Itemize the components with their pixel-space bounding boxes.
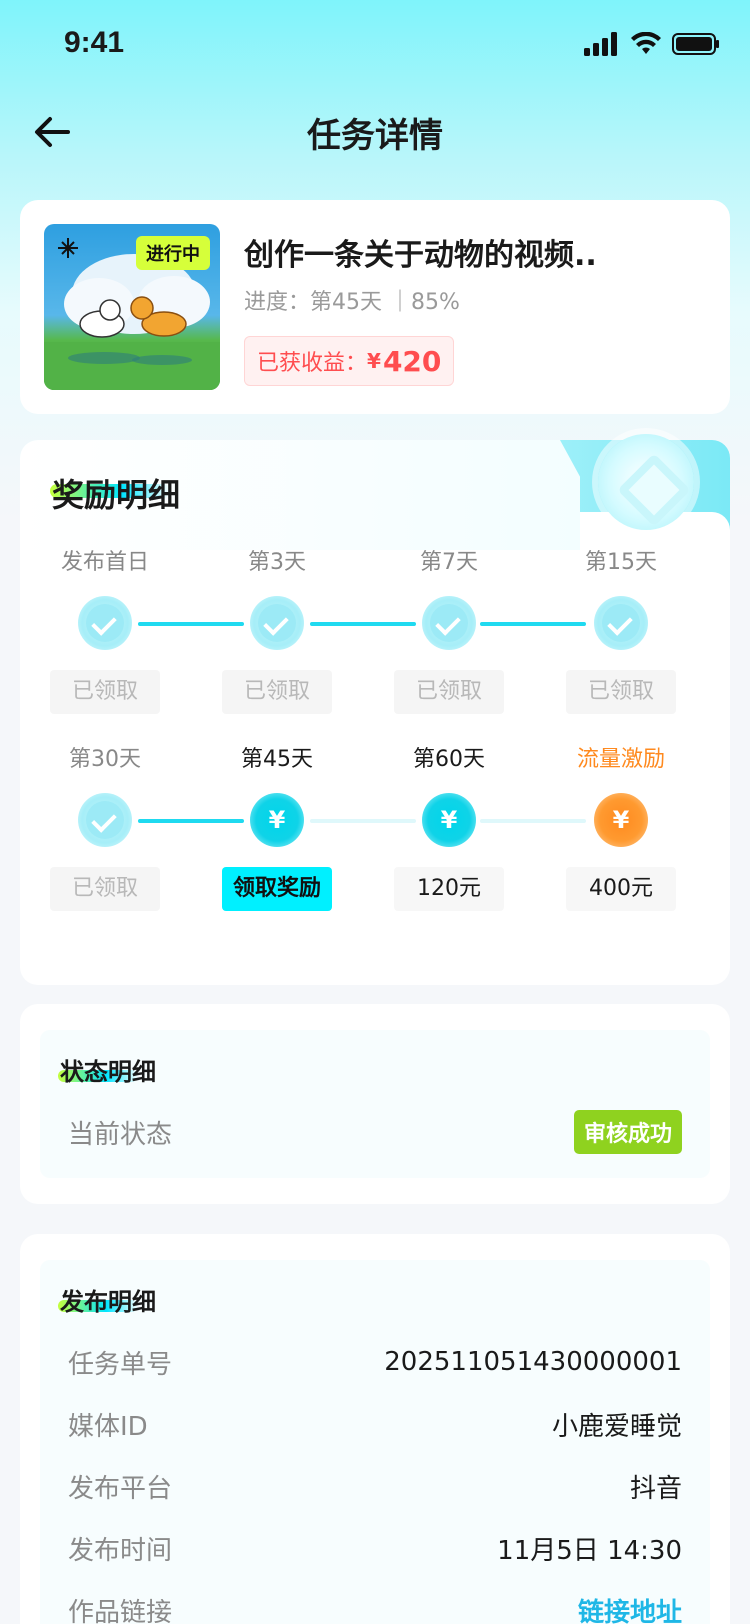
- nav-bar: 任务详情: [0, 92, 750, 172]
- publish-row: 媒体ID 小鹿爱睡觉: [68, 1404, 682, 1444]
- claimed-button: 已领取: [50, 670, 160, 714]
- reward-step: 流量激励 ¥ 400元: [566, 741, 676, 921]
- publish-row: 发布平台 抖音: [68, 1466, 682, 1506]
- signal-icon: [584, 32, 617, 56]
- check-icon: [78, 793, 132, 847]
- check-icon: [250, 596, 304, 650]
- step-label: 第60天: [413, 747, 485, 772]
- claimed-button: 已领取: [222, 670, 332, 714]
- battery-icon: [672, 33, 719, 55]
- step-label: 第7天: [420, 550, 478, 575]
- status-detail-card: 状态明细 当前状态 审核成功: [20, 1004, 730, 1204]
- claimed-button: 已领取: [50, 867, 160, 911]
- wifi-icon: [631, 32, 661, 54]
- earnings-label: 已获收益：: [257, 351, 368, 376]
- reward-step: 第7天 已领取: [394, 544, 504, 724]
- check-icon: [594, 596, 648, 650]
- reward-step: 第15天 已领取: [566, 544, 676, 724]
- status-tag: 进行中: [136, 236, 210, 270]
- status-badge: 审核成功: [573, 1110, 682, 1154]
- status-time: 9:41: [64, 26, 125, 59]
- step-label: 第45天: [241, 747, 313, 772]
- reward-amount: 120元: [394, 867, 504, 911]
- publish-key: 媒体ID: [68, 1411, 148, 1442]
- reward-step: 发布首日 已领取: [50, 544, 160, 724]
- earnings-amount: 420: [382, 344, 442, 378]
- diamond-coin-icon: [598, 434, 694, 530]
- claimed-button: 已领取: [566, 670, 676, 714]
- publish-detail-card: 发布明细 任务单号 202511051430000001 媒体ID 小鹿爱睡觉 …: [20, 1234, 730, 1624]
- reward-detail-card: 奖励明细 发布首日 已领取 第3天 已领取 第7天 已领取 第15天 已领取 第…: [20, 434, 730, 985]
- reward-step: 第45天 ¥ 领取奖励: [222, 741, 332, 921]
- reward-step: 第60天 ¥ 120元: [394, 741, 504, 921]
- status-key: 当前状态: [68, 1119, 173, 1150]
- earnings-box: 已获收益： ¥ 420: [244, 336, 455, 386]
- reward-title: 奖励明细: [52, 476, 181, 514]
- publish-key: 发布平台: [68, 1473, 173, 1504]
- step-label: 第30天: [69, 747, 141, 772]
- reward-steps-row-2: 第30天 已领取 第45天 ¥ 领取奖励 第60天 ¥ 120元 流量激励 ¥ …: [20, 741, 730, 921]
- task-thumbnail: 进行中: [44, 224, 220, 390]
- publish-row: 任务单号 202511051430000001: [68, 1342, 682, 1382]
- earnings-currency: ¥: [367, 349, 381, 373]
- status-bar: 9:41: [0, 0, 750, 92]
- step-label: 发布首日: [60, 550, 149, 575]
- yen-coin-icon: ¥: [422, 793, 476, 847]
- section-title: 发布明细: [60, 1288, 156, 1316]
- task-progress: 进度：第45天 ｜85%: [244, 290, 460, 315]
- work-link[interactable]: 链接地址: [578, 1592, 682, 1624]
- task-number: 202511051430000001: [384, 1347, 682, 1377]
- publish-key: 发布时间: [68, 1535, 173, 1566]
- publish-panel: 发布明细 任务单号 202511051430000001 媒体ID 小鹿爱睡觉 …: [40, 1260, 710, 1624]
- check-icon: [422, 596, 476, 650]
- reward-step: 第30天 已领取: [50, 741, 160, 921]
- publish-key: 任务单号: [68, 1349, 173, 1380]
- reward-steps-row-1: 发布首日 已领取 第3天 已领取 第7天 已领取 第15天 已领取: [20, 544, 730, 724]
- yen-coin-icon: ¥: [250, 793, 304, 847]
- publish-time: 11月5日 14:30: [497, 1535, 682, 1566]
- page-title: 任务详情: [307, 116, 443, 156]
- status-panel: 状态明细 当前状态 审核成功: [40, 1030, 710, 1178]
- claimed-button: 已领取: [394, 670, 504, 714]
- status-row: 当前状态 审核成功: [68, 1110, 682, 1154]
- reward-step: 第3天 已领取: [222, 544, 332, 724]
- publish-platform: 抖音: [629, 1473, 682, 1504]
- yen-coin-orange-icon: ¥: [594, 793, 648, 847]
- publish-row: 作品链接 链接地址: [68, 1590, 682, 1624]
- claim-reward-button[interactable]: 领取奖励: [222, 867, 332, 911]
- section-title: 状态明细: [60, 1058, 156, 1086]
- task-title: 创作一条关于动物的视频..: [244, 238, 597, 273]
- step-label: 第3天: [248, 550, 306, 575]
- reward-amount: 400元: [566, 867, 676, 911]
- check-icon: [78, 596, 132, 650]
- step-label: 第15天: [585, 550, 657, 575]
- media-id: 小鹿爱睡觉: [551, 1411, 682, 1442]
- publish-key: 作品链接: [68, 1597, 173, 1624]
- step-label: 流量激励: [576, 747, 665, 772]
- status-icons: [584, 32, 720, 56]
- publish-row: 发布时间 11月5日 14:30: [68, 1528, 682, 1568]
- task-summary-card[interactable]: 进行中 创作一条关于动物的视频.. 进度：第45天 ｜85% 已获收益： ¥ 4…: [20, 200, 730, 414]
